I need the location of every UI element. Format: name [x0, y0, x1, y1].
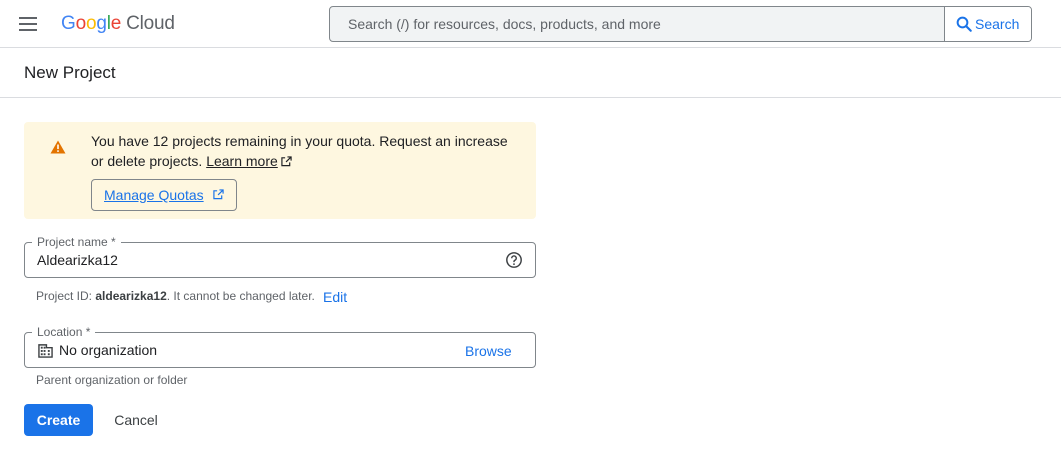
create-button[interactable]: Create [24, 404, 93, 436]
help-icon[interactable] [505, 251, 523, 269]
project-name-field: Project name * [24, 235, 536, 278]
hamburger-menu-icon[interactable] [16, 12, 40, 36]
project-id-value: aldearizka12 [95, 289, 167, 303]
location-hint: Parent organization or folder [36, 373, 188, 387]
google-cloud-logo[interactable]: Google Cloud [61, 12, 175, 36]
search-icon [956, 16, 972, 32]
page-header: New Project [0, 49, 1061, 98]
location-value: No organization [59, 342, 158, 358]
search-button-label: Search [975, 16, 1020, 32]
top-bar: Google Cloud Search [0, 0, 1061, 48]
learn-more-link[interactable]: Learn more [206, 153, 278, 169]
search-button[interactable]: Search [944, 7, 1031, 41]
browse-button[interactable]: Browse [465, 343, 512, 359]
page-title: New Project [24, 63, 116, 82]
project-id-hint: Project ID: aldearizka12. It cannot be c… [36, 289, 315, 303]
manage-quotas-button[interactable]: Manage Quotas [91, 179, 237, 211]
quota-notice: You have 12 projects remaining in your q… [24, 122, 536, 219]
external-link-icon [281, 156, 292, 167]
search-input[interactable] [330, 7, 944, 41]
location-field[interactable]: Location * No organization Browse [24, 325, 536, 368]
warning-icon [50, 140, 66, 154]
cancel-button[interactable]: Cancel [104, 404, 168, 436]
location-label: Location * [32, 325, 96, 339]
building-icon [38, 344, 53, 358]
quota-notice-text: You have 12 projects remaining in your q… [91, 131, 521, 171]
manage-quotas-label: Manage Quotas [104, 187, 204, 203]
search-bar: Search [329, 6, 1032, 42]
project-name-input[interactable] [25, 243, 495, 277]
quota-message: You have 12 projects remaining in your q… [91, 133, 508, 169]
edit-project-id-button[interactable]: Edit [323, 289, 347, 305]
external-link-icon [213, 189, 224, 200]
